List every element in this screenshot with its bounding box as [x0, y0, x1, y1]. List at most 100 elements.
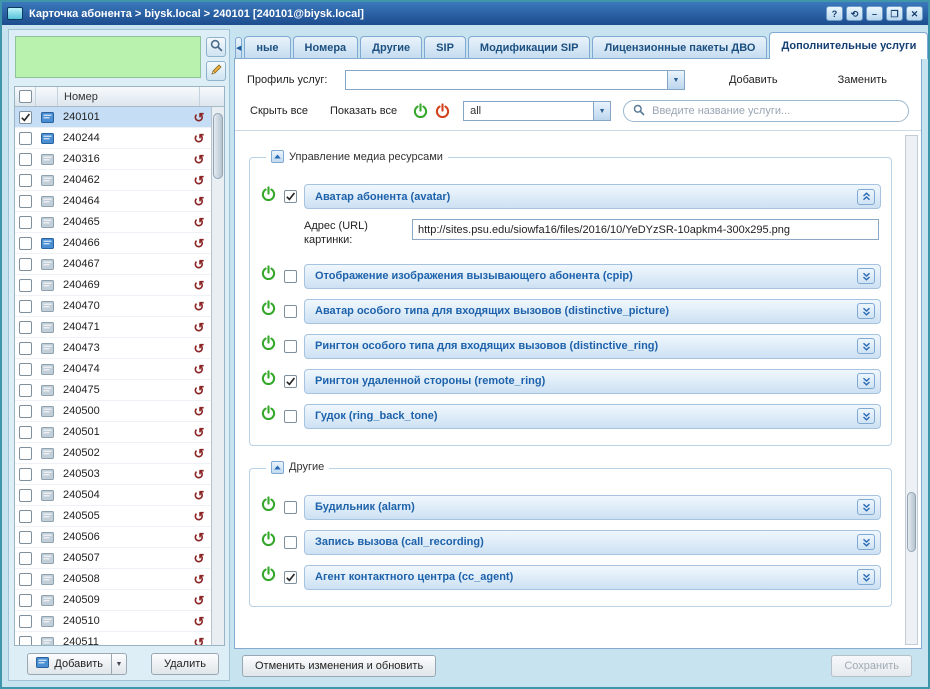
table-row[interactable]: 240462↺	[15, 170, 211, 191]
table-row[interactable]: 240500↺	[15, 401, 211, 422]
table-row[interactable]: 240505↺	[15, 506, 211, 527]
history-icon[interactable]: ↺	[187, 426, 211, 439]
quick-search-area[interactable]	[15, 36, 201, 78]
show-all-button[interactable]: Показать все	[327, 103, 400, 119]
profile-add-button[interactable]: Добавить	[725, 72, 782, 88]
history-icon[interactable]: ↺	[187, 489, 211, 502]
table-row[interactable]: 240503↺	[15, 464, 211, 485]
row-checkbox[interactable]	[19, 468, 32, 481]
history-icon[interactable]: ↺	[187, 132, 211, 145]
row-checkbox[interactable]	[19, 132, 32, 145]
row-checkbox[interactable]	[19, 510, 32, 523]
table-row[interactable]: 240501↺	[15, 422, 211, 443]
row-checkbox[interactable]	[19, 279, 32, 292]
close-button[interactable]: ✕	[906, 6, 923, 21]
service-search-box[interactable]	[623, 100, 909, 122]
history-icon[interactable]: ↺	[187, 237, 211, 250]
scrollbar-thumb[interactable]	[907, 492, 916, 552]
power-on-icon[interactable]	[260, 335, 277, 357]
power-on-icon[interactable]	[260, 566, 277, 588]
save-button[interactable]: Сохранить	[831, 655, 912, 677]
history-icon[interactable]: ↺	[187, 552, 211, 565]
row-checkbox[interactable]	[19, 174, 32, 187]
url-input[interactable]	[412, 219, 879, 240]
add-subscriber-button[interactable]: Добавить	[27, 653, 112, 675]
row-checkbox[interactable]	[19, 216, 32, 229]
expand-service-button[interactable]	[857, 499, 875, 515]
row-checkbox[interactable]	[19, 594, 32, 607]
tab-scroll-left-icon[interactable]: ◀	[235, 37, 242, 58]
history-icon[interactable]: ↺	[187, 111, 211, 124]
row-checkbox[interactable]	[19, 573, 32, 586]
row-checkbox[interactable]	[19, 405, 32, 418]
expand-service-button[interactable]	[857, 338, 875, 354]
tab-sip-modifications[interactable]: Модификации SIP	[468, 36, 591, 58]
table-row[interactable]: 240506↺	[15, 527, 211, 548]
power-on-icon[interactable]	[260, 405, 277, 427]
select-all-checkbox[interactable]	[19, 90, 32, 103]
history-icon[interactable]: ↺	[187, 384, 211, 397]
history-icon[interactable]: ↺	[187, 447, 211, 460]
service-profile-select[interactable]: ▼	[345, 70, 685, 90]
row-checkbox[interactable]	[19, 195, 32, 208]
power-off-icon[interactable]	[434, 103, 451, 120]
expand-service-button[interactable]	[857, 268, 875, 284]
help-button[interactable]: ?	[826, 6, 843, 21]
expand-service-button[interactable]	[857, 373, 875, 389]
service-bar[interactable]: Агент контактного центра (cc_agent)	[304, 565, 881, 590]
service-bar[interactable]: Будильник (alarm)	[304, 495, 881, 520]
subscriber-list-scrollbar[interactable]	[211, 107, 224, 645]
tab-other[interactable]: Другие	[360, 36, 422, 58]
history-icon[interactable]: ↺	[187, 342, 211, 355]
service-checkbox[interactable]	[284, 340, 297, 353]
service-bar[interactable]: Запись вызова (call_recording)	[304, 530, 881, 555]
expand-service-button[interactable]	[857, 303, 875, 319]
service-bar[interactable]: Аватар абонента (avatar)	[304, 184, 881, 209]
service-bar[interactable]: Рингтон удаленной стороны (remote_ring)	[304, 369, 881, 394]
service-search-input[interactable]	[650, 104, 899, 118]
minimize-button[interactable]: –	[866, 6, 883, 21]
service-checkbox[interactable]	[284, 375, 297, 388]
collapse-group-button[interactable]	[271, 150, 284, 163]
row-checkbox[interactable]	[19, 384, 32, 397]
service-checkbox[interactable]	[284, 571, 297, 584]
row-checkbox[interactable]	[19, 531, 32, 544]
search-button[interactable]	[206, 37, 226, 57]
table-row[interactable]: 240470↺	[15, 296, 211, 317]
power-on-icon[interactable]	[260, 370, 277, 392]
table-row[interactable]: 240244↺	[15, 128, 211, 149]
power-on-icon[interactable]	[260, 265, 277, 287]
power-on-icon[interactable]	[260, 186, 277, 208]
table-row[interactable]: 240504↺	[15, 485, 211, 506]
table-row[interactable]: 240464↺	[15, 191, 211, 212]
services-filter-select[interactable]: all ▼	[463, 101, 611, 121]
history-icon[interactable]: ↺	[187, 279, 211, 292]
row-checkbox[interactable]	[19, 552, 32, 565]
row-checkbox[interactable]	[19, 111, 32, 124]
history-icon[interactable]: ↺	[187, 300, 211, 313]
expand-service-button[interactable]	[857, 569, 875, 585]
history-icon[interactable]: ↺	[187, 216, 211, 229]
delete-subscriber-button[interactable]: Удалить	[151, 653, 219, 675]
history-icon[interactable]: ↺	[187, 594, 211, 607]
table-row[interactable]: 240473↺	[15, 338, 211, 359]
collapse-service-button[interactable]	[857, 189, 875, 205]
table-row[interactable]: 240466↺	[15, 233, 211, 254]
history-icon[interactable]: ↺	[187, 615, 211, 628]
row-checkbox[interactable]	[19, 489, 32, 502]
history-icon[interactable]: ↺	[187, 153, 211, 166]
service-bar[interactable]: Аватар особого типа для входящих вызовов…	[304, 299, 881, 324]
row-checkbox[interactable]	[19, 258, 32, 271]
collapse-group-button[interactable]	[271, 461, 284, 474]
row-checkbox[interactable]	[19, 300, 32, 313]
add-subscriber-dropdown-arrow[interactable]: ▼	[112, 653, 127, 675]
service-bar[interactable]: Отображение изображения вызывающего абон…	[304, 264, 881, 289]
history-icon[interactable]: ↺	[187, 510, 211, 523]
service-checkbox[interactable]	[284, 270, 297, 283]
table-row[interactable]: 240101↺	[15, 107, 211, 128]
power-on-icon[interactable]	[412, 103, 429, 120]
history-icon[interactable]: ↺	[187, 573, 211, 586]
service-bar[interactable]: Гудок (ring_back_tone)	[304, 404, 881, 429]
profile-replace-button[interactable]: Заменить	[834, 72, 891, 88]
service-checkbox[interactable]	[284, 536, 297, 549]
